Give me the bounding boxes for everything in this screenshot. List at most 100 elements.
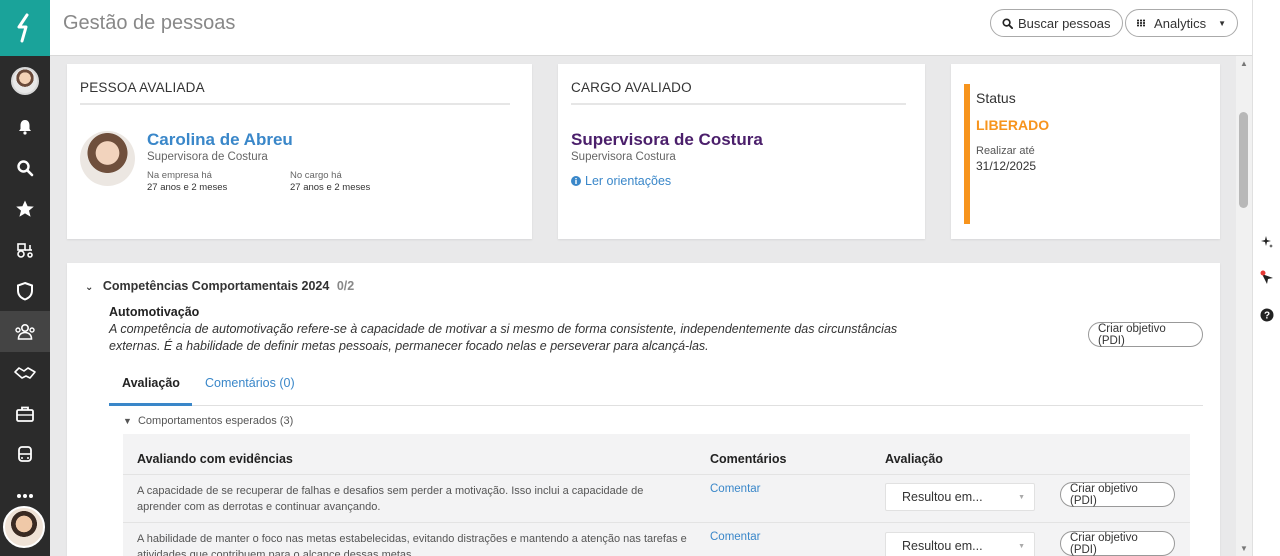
row-description: A habilidade de manter o foco nas metas … xyxy=(137,533,687,556)
left-nav-rail xyxy=(0,0,50,556)
cargo-sub: Supervisora Costura xyxy=(571,151,676,163)
comentar-link[interactable]: Comentar xyxy=(710,531,761,543)
info-icon xyxy=(571,176,581,186)
col-header-evidencias: Avaliando com evidências xyxy=(137,452,293,466)
status-value: LIBERADO xyxy=(976,117,1050,133)
status-label: Status xyxy=(976,90,1016,106)
person-photo xyxy=(80,131,135,186)
nav-security[interactable] xyxy=(0,270,50,311)
comportamentos-label: Comportamentos esperados (3) xyxy=(137,415,294,427)
guide-icon[interactable] xyxy=(1259,270,1275,286)
avaliacao-select[interactable]: Resultou em... ▼ xyxy=(885,532,1035,556)
criar-objetivo-row-button[interactable]: Criar objetivo (PDI) xyxy=(1060,482,1175,507)
more-icon xyxy=(17,493,33,498)
ler-orientacoes-label: Ler orientações xyxy=(585,174,672,188)
tab-active-indicator xyxy=(109,403,192,406)
empresa-label: Na empresa há xyxy=(147,170,212,181)
sparkle-icon[interactable] xyxy=(1259,234,1275,250)
avaliacao-select-value: Resultou em... xyxy=(902,539,983,553)
due-date: 31/12/2025 xyxy=(976,159,1037,173)
sparkle-glyph xyxy=(1261,236,1273,248)
briefcase-icon xyxy=(16,406,34,422)
question-glyph: ? xyxy=(1260,308,1274,322)
brand-logo-icon xyxy=(17,13,29,43)
avaliacao-select[interactable]: Resultou em... ▼ xyxy=(885,483,1035,511)
logo[interactable] xyxy=(0,0,50,56)
nav-bus[interactable] xyxy=(0,434,50,475)
chevron-down-icon: ▼ xyxy=(123,416,132,426)
person-role: Supervisora de Costura xyxy=(147,151,268,163)
cargo-time-value: 27 anos e 2 meses xyxy=(290,182,371,193)
person-name[interactable]: Carolina de Abreu xyxy=(147,130,293,150)
pessoa-avaliada-card: PESSOA AVALIADA Carolina de Abreu Superv… xyxy=(67,64,532,239)
analytics-dropdown[interactable]: Analytics ▼ xyxy=(1125,9,1238,37)
cargo-avaliado-card: CARGO AVALIADO Supervisora de Costura Su… xyxy=(558,64,925,239)
app-header: Gestão de pessoas Buscar pessoas Analyti… xyxy=(50,0,1252,56)
avatar xyxy=(11,67,39,95)
ler-orientacoes-link[interactable]: Ler orientações xyxy=(571,174,671,188)
search-icon xyxy=(1002,17,1013,29)
row-description: A capacidade de se recuperar de falhas e… xyxy=(137,485,644,513)
scrollbar-thumb[interactable] xyxy=(1239,112,1248,208)
search-people-label: Buscar pessoas xyxy=(1018,15,1111,31)
tab-comentarios[interactable]: Comentários (0) xyxy=(205,376,295,390)
status-card: Status LIBERADO Realizar até 31/12/2025 xyxy=(951,64,1220,239)
competencias-count: 0/2 xyxy=(336,279,355,293)
col-header-avaliacao: Avaliação xyxy=(885,452,943,466)
support-avatar[interactable] xyxy=(3,506,45,548)
scrollbar[interactable]: ▲ ▼ xyxy=(1236,56,1252,556)
people-icon xyxy=(15,323,35,340)
comportamentos-table: Avaliando com evidências Comentários Ava… xyxy=(123,434,1190,556)
empresa-value: 27 anos e 2 meses xyxy=(147,182,228,193)
app-root: Gestão de pessoas Buscar pessoas Analyti… xyxy=(0,0,1280,556)
divider xyxy=(80,103,510,105)
nav-profile[interactable] xyxy=(0,56,50,106)
search-icon xyxy=(17,159,34,176)
nav-people[interactable] xyxy=(0,311,50,352)
caret-down-icon: ▼ xyxy=(1018,494,1025,501)
cargo-time-label: No cargo há xyxy=(290,170,342,181)
due-label: Realizar até xyxy=(976,145,1035,157)
search-people-button[interactable]: Buscar pessoas xyxy=(990,9,1123,37)
nav-notifications[interactable] xyxy=(0,106,50,147)
criar-objetivo-button[interactable]: Criar objetivo (PDI) xyxy=(1088,322,1203,347)
nav-deals[interactable] xyxy=(0,352,50,393)
avaliacao-select-value: Resultou em... xyxy=(902,490,983,504)
table-row: A habilidade de manter o foco nas metas … xyxy=(123,522,1190,556)
cargo-name: Supervisora de Costura xyxy=(571,130,763,149)
bus-icon xyxy=(18,445,32,462)
caret-down-icon: ▼ xyxy=(1018,543,1025,550)
chevron-down-icon: ⌄ xyxy=(85,282,94,293)
star-icon xyxy=(16,200,34,217)
comentar-link[interactable]: Comentar xyxy=(710,483,761,495)
competencias-panel: ⌄ Competências Comportamentais 2024 0/2 … xyxy=(67,263,1220,556)
nav-favorites[interactable] xyxy=(0,188,50,229)
status-indicator xyxy=(964,84,970,224)
competencias-header[interactable]: ⌄ Competências Comportamentais 2024 0/2 xyxy=(85,279,354,293)
tab-avaliacao[interactable]: Avaliação xyxy=(122,376,180,390)
nav-search[interactable] xyxy=(0,147,50,188)
page-title: Gestão de pessoas xyxy=(63,12,236,34)
svg-text:?: ? xyxy=(1264,311,1270,322)
tractor-icon xyxy=(17,242,33,258)
competencia-title: Automotivação xyxy=(109,305,200,319)
nav-briefcase[interactable] xyxy=(0,393,50,434)
nav-machinery[interactable] xyxy=(0,229,50,270)
bell-icon xyxy=(19,119,31,135)
divider xyxy=(571,103,906,105)
scroll-up-icon[interactable]: ▲ xyxy=(1240,59,1248,68)
tabs: Avaliação Comentários (0) xyxy=(109,368,1203,406)
shield-icon xyxy=(17,281,33,301)
scroll-down-icon[interactable]: ▼ xyxy=(1240,544,1248,553)
col-header-comentarios: Comentários xyxy=(710,452,787,466)
cargo-section-title: CARGO AVALIADO xyxy=(571,80,692,95)
comportamentos-toggle[interactable]: ▼ Comportamentos esperados (3) xyxy=(123,415,293,427)
grid-icon xyxy=(1137,19,1146,27)
right-utility-bar: ? xyxy=(1252,0,1280,556)
competencia-description: A competência de automotivação refere-se… xyxy=(109,322,898,353)
competencias-title: Competências Comportamentais 2024 xyxy=(102,279,330,293)
pessoa-section-title: PESSOA AVALIADA xyxy=(80,80,205,95)
criar-objetivo-row-button[interactable]: Criar objetivo (PDI) xyxy=(1060,531,1175,556)
table-row: A capacidade de se recuperar de falhas e… xyxy=(123,474,1190,522)
help-icon[interactable]: ? xyxy=(1259,307,1275,323)
